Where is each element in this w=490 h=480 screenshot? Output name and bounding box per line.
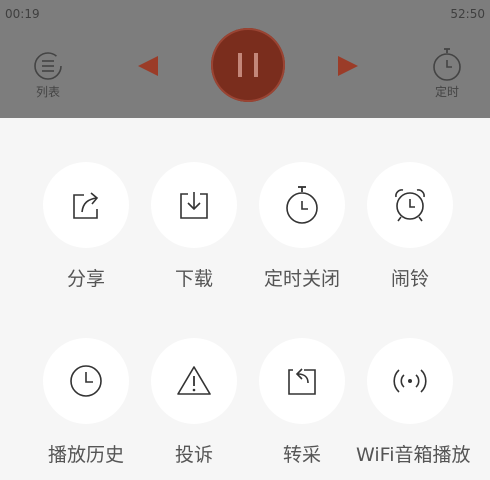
alarm-label: 闹铃 [390, 268, 429, 290]
repost-label: 转采 [282, 444, 321, 466]
action-sheet: 分享 下载 定时关闭 闹铃 播放历史 投诉 转采 WiFi音箱播放 [0, 118, 490, 480]
download-icon [180, 192, 208, 219]
download-label: 下载 [174, 268, 213, 290]
history-action[interactable]: 播放历史 [32, 338, 140, 467]
share-action[interactable]: 分享 [32, 162, 140, 291]
player-bar: 00:19 52:50 列表 定时 [0, 0, 490, 118]
alarm-action[interactable]: 闹铃 [356, 162, 464, 291]
history-clock-icon [70, 365, 102, 397]
wifi-speaker-circle[interactable] [367, 338, 453, 424]
download-circle[interactable] [151, 162, 237, 248]
sleep-timer-action[interactable]: 定时关闭 [248, 162, 356, 291]
share-circle[interactable] [43, 162, 129, 248]
alarm-circle[interactable] [367, 162, 453, 248]
report-circle[interactable] [151, 338, 237, 424]
elapsed-time: 00:19 [5, 7, 40, 21]
warning-icon [177, 366, 211, 395]
playlist-icon [34, 52, 62, 80]
playlist-button[interactable]: 列表 [26, 50, 70, 100]
timer-button[interactable]: 定时 [425, 46, 469, 100]
wifi-speaker-icon [393, 369, 427, 393]
repost-circle[interactable] [259, 338, 345, 424]
report-action[interactable]: 投诉 [140, 338, 248, 467]
previous-icon[interactable] [134, 54, 162, 78]
stopwatch-icon [433, 48, 461, 81]
download-action[interactable]: 下载 [140, 162, 248, 291]
history-circle[interactable] [43, 338, 129, 424]
wifi-speaker-label: WiFi音箱播放 [356, 444, 471, 466]
history-label: 播放历史 [47, 444, 124, 466]
sleep-timer-circle[interactable] [259, 162, 345, 248]
share-icon [73, 192, 99, 219]
next-icon[interactable] [334, 54, 362, 78]
playlist-label: 列表 [35, 85, 60, 99]
sleep-timer-label: 定时关闭 [263, 268, 340, 290]
wifi-speaker-action[interactable]: WiFi音箱播放 [356, 338, 471, 467]
timer-label: 定时 [434, 85, 459, 99]
total-duration: 52:50 [450, 7, 485, 21]
play-pause-button[interactable] [211, 28, 285, 102]
report-label: 投诉 [174, 444, 213, 466]
repost-action[interactable]: 转采 [248, 338, 356, 467]
repost-icon [288, 368, 316, 395]
alarm-clock-icon [395, 189, 425, 222]
pause-icon [238, 53, 258, 77]
timer-icon [286, 186, 318, 224]
share-label: 分享 [66, 268, 105, 290]
